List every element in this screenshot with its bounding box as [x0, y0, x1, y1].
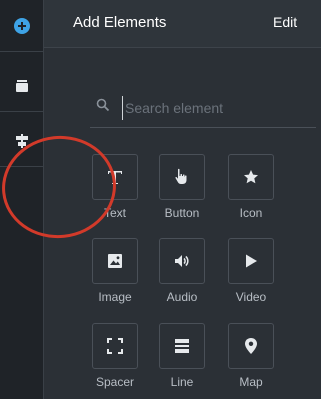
element-label-video: Video	[235, 290, 267, 304]
video-element-button[interactable]	[228, 238, 274, 284]
image-element-button[interactable]	[92, 238, 138, 284]
search-icon	[96, 98, 110, 112]
panel-header: Add Elements Edit	[44, 0, 321, 48]
layers-icon	[16, 79, 28, 92]
panel-title: Add Elements	[73, 14, 167, 31]
alignment-button[interactable]	[0, 115, 44, 167]
element-label-button: Button	[164, 206, 200, 220]
speaker-icon	[175, 255, 189, 267]
add-element-button[interactable]	[0, 0, 44, 52]
plus-circle-icon	[14, 17, 30, 34]
element-label-text: Text	[103, 206, 126, 220]
map-pin-icon	[245, 338, 257, 354]
button-element-button[interactable]	[159, 154, 205, 200]
search-bar	[90, 92, 316, 128]
star-icon	[244, 170, 258, 184]
element-label-map: Map	[239, 375, 263, 389]
layers-button[interactable]	[0, 60, 44, 112]
element-label-image: Image	[98, 290, 132, 304]
element-label-icon: Icon	[239, 206, 263, 220]
add-elements-panel: Add Elements Edit Text Button Icon	[44, 0, 321, 399]
map-element-button[interactable]	[228, 323, 274, 369]
line-element-button[interactable]	[159, 323, 205, 369]
element-label-spacer: Spacer	[95, 375, 135, 389]
text-icon	[108, 171, 122, 184]
image-icon	[108, 254, 122, 268]
search-input[interactable]	[122, 96, 307, 120]
play-icon	[246, 254, 257, 268]
edit-button[interactable]: Edit	[273, 14, 321, 30]
pointer-hand-icon	[175, 168, 187, 184]
spacer-element-button[interactable]	[92, 323, 138, 369]
line-icon	[175, 339, 189, 353]
element-label-audio: Audio	[166, 290, 198, 304]
left-toolbar	[0, 0, 44, 399]
spacer-icon	[107, 338, 123, 354]
audio-element-button[interactable]	[159, 238, 205, 284]
icon-element-button[interactable]	[228, 154, 274, 200]
element-label-line: Line	[170, 375, 194, 389]
alignment-icon	[16, 133, 28, 148]
text-element-button[interactable]	[92, 154, 138, 200]
